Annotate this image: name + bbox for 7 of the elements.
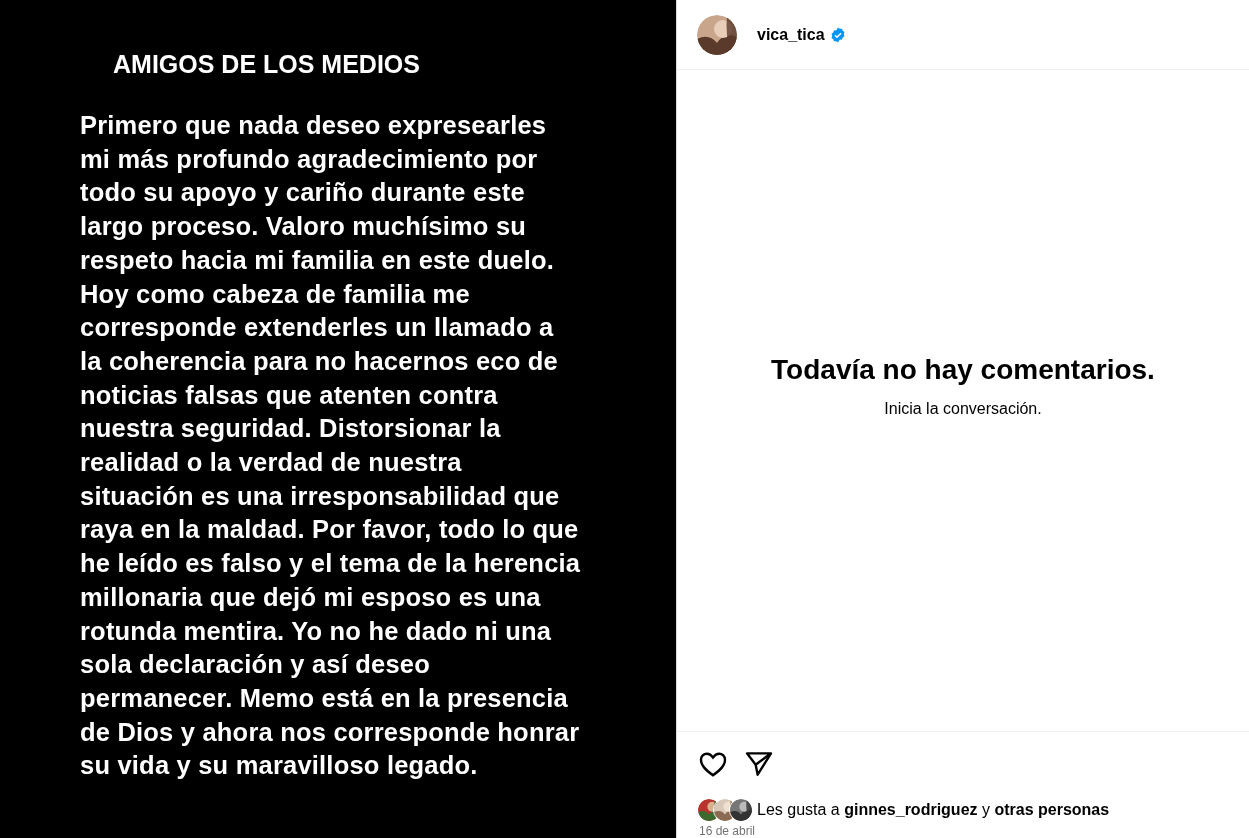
- username[interactable]: vica_tica: [757, 25, 825, 44]
- post-text: Primero que nada deseo expresearles mi más profundo agradecimiento por todo su apoyo y cariño durante este largo proceso. Valoro muchísimo su respeto hacia mi familia en este duelo. Hoy como cabeza de familia me corresponde extenderles un llamado a la coherencia para no hacernos eco de noticias falsas que atenten contra nuestra seguridad. Distorsionar la realidad o la verdad de nuestra situación es una irresponsabilidad que raya en la maldad. Por favor, todo lo que he leído es falso y el tema de la herencia millonaria que dejó mi esposo es una rotunda mentira. Yo no he dado ni una sola declaración y así deseo permanecer. Memo está en la presencia de Dios y ahora nos corresponde honrar su vida y su maravilloso legado.: [80, 110, 581, 782]
- empty-comments-title: Todavía no hay comentarios.: [771, 353, 1155, 386]
- post-date: 16 de abril: [698, 823, 757, 838]
- post-heading: AMIGOS DE LOS MEDIOS: [113, 50, 420, 79]
- empty-comments-hint: Inicia la conversación.: [884, 399, 1042, 418]
- likes-text[interactable]: Les gusta a ginnes_rodriguez y otras personas: [757, 801, 1110, 819]
